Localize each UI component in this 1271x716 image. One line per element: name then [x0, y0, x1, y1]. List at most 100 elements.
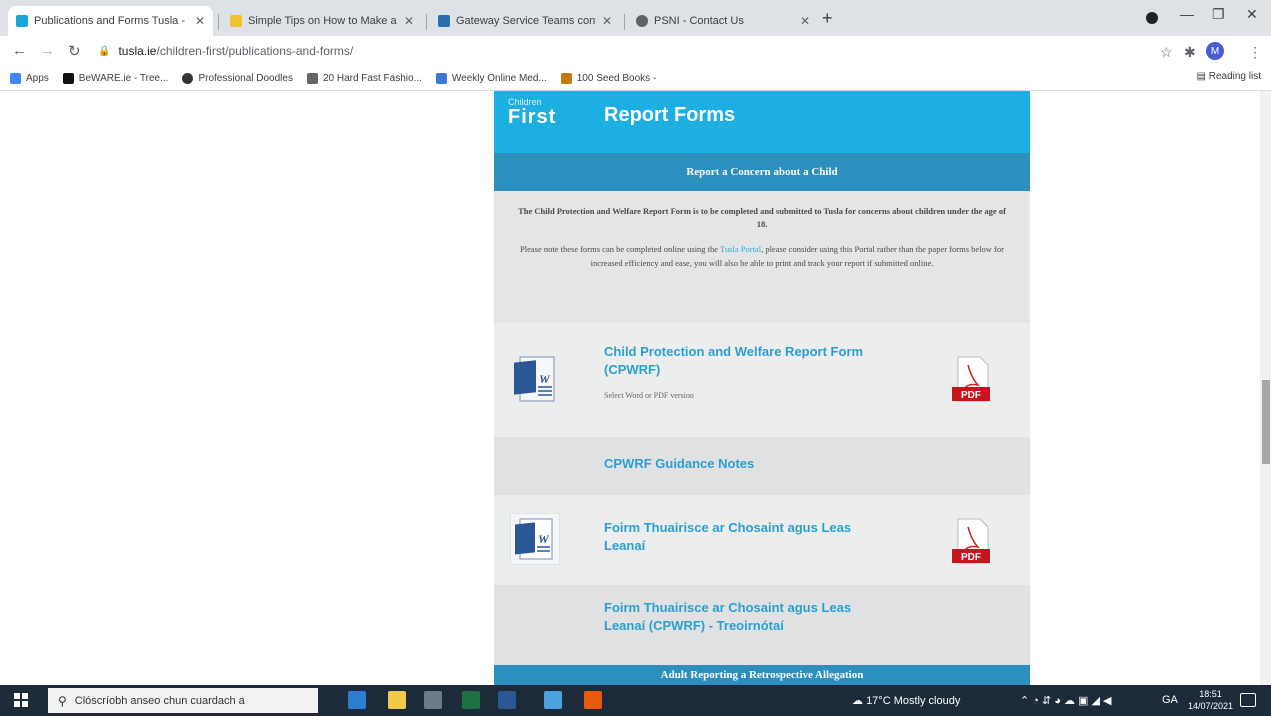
weather-text: 17°C Mostly cloudy: [866, 695, 961, 707]
pdf-label: PDF: [961, 552, 981, 563]
word-document-icon[interactable]: W: [510, 353, 560, 405]
word-icon[interactable]: [498, 691, 516, 709]
cpwrf-card: W Child Protection and Welfare Report Fo…: [494, 323, 1030, 437]
back-arrow-icon[interactable]: ←: [12, 42, 27, 59]
cpwrf-subtitle: Select Word or PDF version: [604, 391, 694, 400]
maximize-button[interactable]: ❐: [1212, 6, 1225, 23]
reload-icon[interactable]: ↻: [68, 42, 81, 60]
close-window-button[interactable]: ✕: [1246, 6, 1258, 23]
svg-text:W: W: [538, 532, 550, 546]
bookmark-label: 20 Hard Fast Fashio...: [322, 72, 422, 84]
url-host: tusla.ie: [118, 44, 157, 58]
page-viewport: Children First Report Forms Report a Con…: [0, 91, 1260, 685]
intro-text: The Child Protection and Welfare Report …: [494, 191, 1030, 323]
profile-avatar[interactable]: M: [1206, 42, 1224, 60]
calculator-icon[interactable]: [424, 691, 442, 709]
clock-time: 18:51: [1199, 689, 1222, 699]
site-favicon-icon: [230, 15, 242, 27]
report-forms-column: Children First Report Forms Report a Con…: [494, 91, 1030, 685]
tab-title: Gateway Service Teams contact: [456, 15, 596, 27]
lock-icon: 🔒: [98, 45, 111, 57]
logo-line2: First: [508, 106, 557, 128]
tab-simple-tips[interactable]: Simple Tips on How to Make a ✕: [222, 6, 422, 36]
page-header: Children First Report Forms: [494, 91, 1030, 153]
tab-publications[interactable]: Publications and Forms Tusla - U ✕: [8, 6, 213, 36]
new-tab-button[interactable]: +: [822, 8, 833, 29]
office-icon[interactable]: [584, 691, 602, 709]
site-logo-icon: [182, 72, 194, 84]
minimize-button[interactable]: —: [1180, 6, 1194, 22]
close-tab-icon[interactable]: ✕: [800, 14, 810, 28]
search-placeholder: Clóscríobh anseo chun cuardach a: [74, 694, 245, 707]
bookmark-apps[interactable]: Apps: [10, 72, 49, 84]
tab-divider: [624, 14, 625, 30]
section-header-retrospective: Adult Reporting a Retrospective Allegati…: [494, 665, 1030, 685]
file-explorer-icon[interactable]: [388, 691, 406, 709]
people-app-icon[interactable]: [348, 691, 366, 709]
site-logo-icon: [306, 72, 318, 84]
scrollbar-thumb[interactable]: [1262, 380, 1270, 464]
intro-text-a: Please note these forms can be completed…: [520, 244, 721, 255]
apps-grid-icon: [10, 72, 21, 84]
close-tab-icon[interactable]: ✕: [404, 14, 414, 28]
weather-widget[interactable]: ☁ 17°C Mostly cloudy: [852, 694, 960, 707]
page-title: Report Forms: [604, 104, 736, 126]
windows-start-icon[interactable]: [14, 693, 28, 707]
close-tab-icon[interactable]: ✕: [602, 14, 612, 28]
bookmark-label: Weekly Online Med...: [451, 72, 547, 84]
pdf-document-icon[interactable]: PDF: [946, 517, 996, 569]
menu-kebab-icon[interactable]: ⋮: [1248, 44, 1262, 61]
pdf-document-icon[interactable]: PDF: [946, 355, 996, 407]
foirm-title-link[interactable]: Foirm Thuairisce ar Chosaint agus Leas L…: [604, 519, 894, 555]
search-icon: ⚲: [58, 693, 67, 708]
bookmark-star-icon[interactable]: ☆: [1160, 44, 1173, 61]
bookmark-label: BeWARE.ie - Tree...: [78, 72, 169, 84]
triangle-logo-icon: [62, 72, 74, 84]
logo-line1: Children: [508, 97, 542, 107]
tab-title: Publications and Forms Tusla - U: [34, 15, 189, 27]
notifications-icon[interactable]: [1240, 693, 1256, 707]
site-logo-icon: [435, 72, 447, 84]
section-header: Report a Concern about a Child: [494, 153, 1030, 191]
guidance-notes-link[interactable]: CPWRF Guidance Notes: [604, 455, 754, 473]
pdf-label: PDF: [961, 390, 981, 401]
reading-list-button[interactable]: ▤ Reading list: [1197, 71, 1262, 82]
forward-arrow-icon[interactable]: →: [40, 42, 55, 59]
intro-paragraph-1: The Child Protection and Welfare Report …: [518, 206, 1006, 230]
address-bar[interactable]: 🔒 tusla.ie /children-first/publications-…: [98, 40, 1138, 62]
guidance-notes-card: CPWRF Guidance Notes: [494, 437, 1030, 495]
tab-gateway[interactable]: Gateway Service Teams contact ✕: [430, 6, 620, 36]
bookmark-item[interactable]: 20 Hard Fast Fashio...: [306, 72, 422, 84]
tusla-portal-link[interactable]: Tusla Portal: [720, 244, 761, 254]
extensions-puzzle-icon[interactable]: ✱: [1184, 44, 1196, 61]
clock-date: 14/07/2021: [1188, 700, 1234, 711]
bookmark-label: Professional Doodles: [198, 72, 293, 84]
bookmark-item[interactable]: BeWARE.ie - Tree...: [62, 72, 169, 84]
chrome-icon[interactable]: [544, 691, 562, 709]
foirm-guidance-link[interactable]: Foirm Thuairisce ar Chosaint agus Leas L…: [604, 599, 894, 635]
tab-psni[interactable]: PSNI - Contact Us ✕: [628, 6, 818, 36]
browser-toolbar: ← → ↻ 🔒 tusla.ie /children-first/publica…: [0, 36, 1271, 66]
system-tray-icons[interactable]: ⌃ ◔ ⇵ ◕ ☁ ▣ ◢ ◀: [1020, 694, 1111, 707]
clock[interactable]: 18:51 14/07/2021: [1188, 689, 1233, 712]
bookmark-label: Apps: [26, 72, 49, 84]
close-tab-icon[interactable]: ✕: [195, 14, 205, 28]
bookmark-item[interactable]: 100 Seed Books -: [560, 72, 656, 84]
excel-icon[interactable]: [462, 691, 480, 709]
bookmark-item[interactable]: Professional Doodles: [182, 72, 293, 84]
bookmarks-bar: Apps BeWARE.ie - Tree... Professional Do…: [0, 66, 1271, 91]
url-path: /children-first/publications-and-forms/: [156, 44, 354, 58]
site-logo-icon: [560, 72, 572, 84]
foirm-guidance-card: Foirm Thuairisce ar Chosaint agus Leas L…: [494, 585, 1030, 665]
taskbar-search[interactable]: ⚲ Clóscríobh anseo chun cuardach a: [48, 688, 318, 713]
site-favicon-icon: [438, 15, 450, 27]
windows-taskbar: ⚲ Clóscríobh anseo chun cuardach a ☁ 17°…: [0, 685, 1271, 716]
tab-strip: Publications and Forms Tusla - U ✕ Simpl…: [0, 0, 1271, 36]
cpwrf-title-link[interactable]: Child Protection and Welfare Report Form…: [604, 343, 904, 379]
children-first-logo: Children First: [508, 97, 557, 128]
bookmark-item[interactable]: Weekly Online Med...: [435, 72, 547, 84]
word-document-icon[interactable]: W: [510, 513, 560, 565]
profile-indicator-icon[interactable]: [1146, 12, 1158, 24]
gear-favicon-icon: [636, 15, 648, 27]
language-indicator[interactable]: GA: [1162, 694, 1178, 706]
